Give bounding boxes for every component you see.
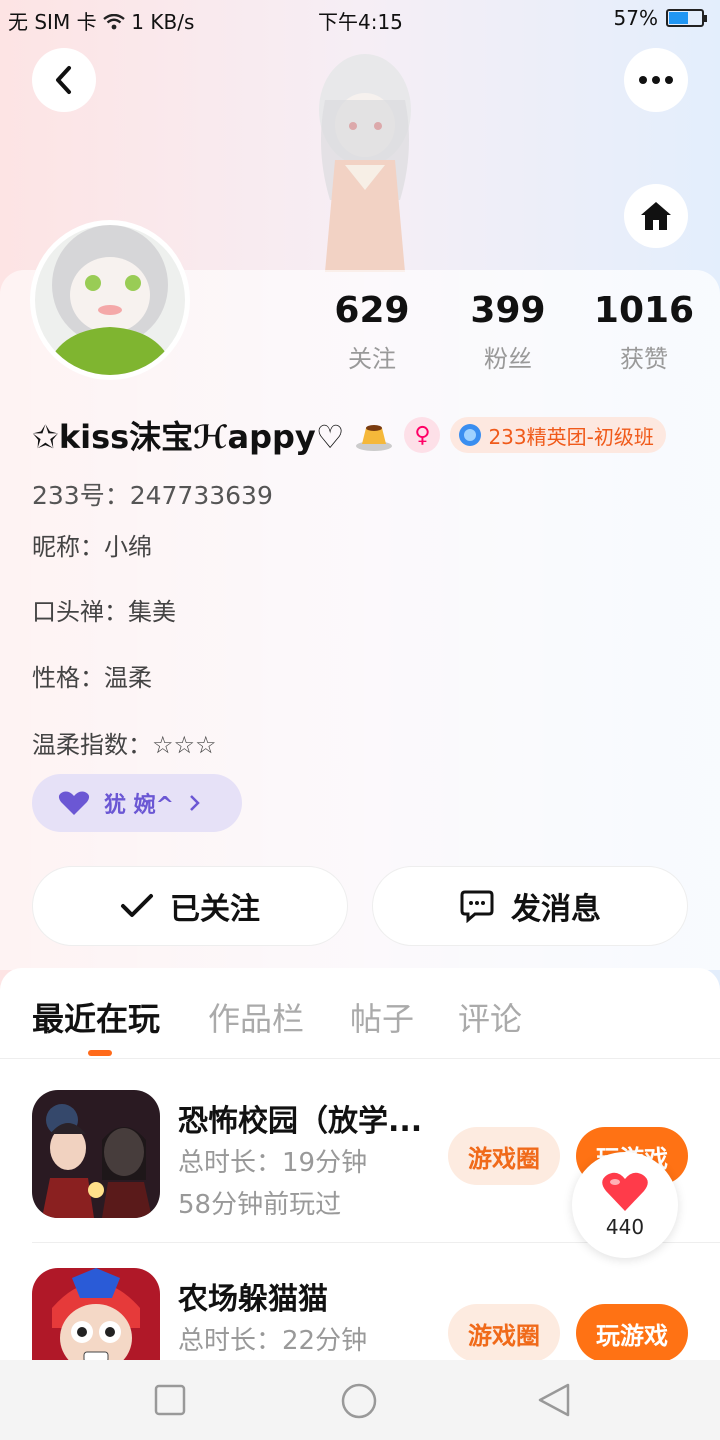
- pudding-icon: [356, 425, 393, 451]
- send-message-label: 发消息: [511, 892, 601, 927]
- more-dots-icon: [639, 76, 673, 84]
- back-button[interactable]: [32, 48, 96, 112]
- sim-status: 无 SIM 卡: [8, 10, 103, 34]
- relationship-tag-label: 犹 婉^: [104, 793, 175, 818]
- likes-count: 1016: [593, 290, 695, 331]
- like-count: 440: [605, 1215, 645, 1239]
- avatar-3d-figure: [290, 40, 440, 272]
- followed-button-label: 已关注: [170, 892, 260, 927]
- home-button[interactable]: [624, 184, 688, 248]
- rank-badge-label: 233精英团-初级班: [488, 424, 654, 449]
- send-message-button[interactable]: 发消息: [372, 866, 688, 946]
- relationship-tag[interactable]: 犹 婉^: [32, 774, 242, 832]
- following-count: 629: [334, 290, 410, 331]
- gentle-index: 温柔指数：☆☆☆: [32, 731, 217, 759]
- game-duration: 总时长：22分钟: [178, 1326, 368, 1356]
- play-game-button[interactable]: 玩游戏: [576, 1304, 688, 1362]
- game-last-played: 58分钟前玩过: [178, 1190, 342, 1220]
- clock: 下午4:15: [318, 10, 403, 34]
- tab-indicator: [88, 1050, 112, 1056]
- tab-works[interactable]: 作品栏: [208, 994, 304, 1040]
- stat-likes[interactable]: 1016 获赞: [584, 290, 704, 374]
- chevron-right-icon: [190, 795, 200, 811]
- personality: 性格：温柔: [32, 664, 152, 692]
- rank-badge[interactable]: 233精英团-初级班: [450, 417, 666, 453]
- battery-icon: [666, 9, 707, 27]
- nickname: 昵称：小绵: [32, 533, 152, 561]
- username: ✩kiss沫宝ℋappy♡: [32, 418, 345, 456]
- battery-percent: 57%: [613, 6, 658, 30]
- tab-comments[interactable]: 评论: [458, 994, 522, 1040]
- back-nav-icon[interactable]: [536, 1382, 572, 1418]
- shield-badge-icon: [459, 424, 482, 446]
- battery-area: 57%: [613, 6, 707, 30]
- game-icon-farm-hide-seek[interactable]: [32, 1268, 160, 1360]
- fans-count: 399: [470, 290, 546, 331]
- status-left: 无 SIM 卡 1 KB/s: [8, 6, 194, 35]
- tab-divider: [0, 1058, 720, 1059]
- check-icon: [121, 894, 153, 917]
- home-nav-icon[interactable]: [340, 1382, 378, 1420]
- catchphrase: 口头禅：集美: [32, 598, 176, 626]
- game-title[interactable]: 农场躲猫猫: [178, 1274, 428, 1318]
- home-icon: [641, 202, 671, 230]
- likes-label: 获赞: [620, 345, 668, 373]
- chat-bubble-icon: [460, 890, 494, 923]
- stat-following[interactable]: 629 关注: [312, 290, 432, 374]
- following-label: 关注: [348, 345, 396, 373]
- game-title[interactable]: 恐怖校园（放学...: [178, 1096, 428, 1140]
- profile-avatar[interactable]: [30, 220, 190, 380]
- tab-recent-play[interactable]: 最近在玩: [32, 994, 160, 1040]
- followed-button[interactable]: 已关注: [32, 866, 348, 946]
- more-button[interactable]: [624, 48, 688, 112]
- game-duration: 总时长：19分钟: [178, 1148, 368, 1178]
- game-icon-horror-campus[interactable]: [32, 1090, 160, 1218]
- wifi-icon: [103, 13, 125, 30]
- stat-fans[interactable]: 399 粉丝: [448, 290, 568, 374]
- chevron-left-icon: [56, 66, 71, 94]
- fans-label: 粉丝: [484, 345, 532, 373]
- game-circle-button[interactable]: 游戏圈: [448, 1127, 560, 1185]
- tab-posts[interactable]: 帖子: [350, 994, 414, 1040]
- username-row: ✩kiss沫宝ℋappy♡ ♀ 233精英团-初级班: [32, 412, 666, 458]
- game-circle-button[interactable]: 游戏圈: [448, 1304, 560, 1362]
- heart-icon: [58, 791, 90, 815]
- female-icon: ♀: [404, 417, 441, 453]
- recent-apps-icon[interactable]: [154, 1384, 186, 1416]
- heart-icon: [602, 1172, 648, 1211]
- net-speed: 1 KB/s: [131, 10, 195, 34]
- user-id: 233号：247733639: [32, 481, 273, 510]
- floating-like-button[interactable]: 440: [572, 1152, 678, 1258]
- status-bar: 无 SIM 卡 1 KB/s 下午4:15 57%: [0, 0, 720, 36]
- system-nav-bar: [0, 1360, 720, 1440]
